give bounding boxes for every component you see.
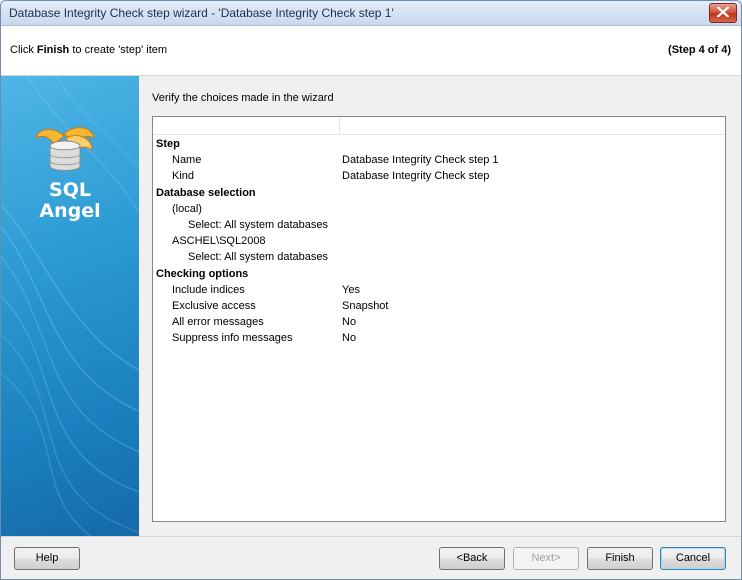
property-row[interactable]: Kind Database Integrity Check step bbox=[153, 168, 725, 184]
property-value: Yes bbox=[342, 283, 360, 296]
header-text-bold: Finish bbox=[36, 44, 70, 56]
property-name: (local) bbox=[172, 202, 202, 215]
summary-property-grid[interactable]: Step Name Database Integrity Check step 1K… bbox=[152, 116, 726, 522]
logo-text: SQL Angel bbox=[1, 180, 139, 222]
property-value: No bbox=[342, 316, 357, 329]
property-row[interactable]: Include indices Yes bbox=[153, 282, 725, 298]
property-row[interactable]: ASCHEL\SQL2008 bbox=[153, 233, 725, 249]
content-area: Verify the choices made in the wizard St… bbox=[139, 76, 741, 536]
property-value: Database Integrity Check step 1 bbox=[342, 154, 499, 167]
category-label: Step bbox=[156, 138, 180, 150]
sql-angel-logo-icon bbox=[35, 127, 95, 171]
property-row[interactable]: Select: All system databases bbox=[153, 249, 725, 265]
title-bar[interactable]: Database Integrity Check step wizard - '… bbox=[1, 1, 741, 26]
finish-button[interactable]: Finish bbox=[587, 547, 653, 570]
property-name: Exclusive access bbox=[172, 300, 256, 312]
cancel-button[interactable]: Cancel bbox=[660, 547, 726, 570]
side-banner: SQL Angel bbox=[1, 76, 139, 536]
wizard-header: Click Finish to create 'step' item (Step… bbox=[1, 26, 741, 76]
close-icon bbox=[717, 7, 729, 17]
property-name: All error messages bbox=[172, 316, 264, 329]
logo-line-sql: SQL bbox=[49, 179, 91, 201]
window-title: Database Integrity Check step wizard - '… bbox=[9, 6, 394, 20]
property-name: Kind bbox=[172, 170, 195, 183]
property-name: Include indices bbox=[172, 283, 245, 296]
property-category-row[interactable]: Checking options bbox=[153, 266, 725, 282]
property-category-row[interactable]: Step bbox=[153, 136, 725, 152]
help-button[interactable]: Help bbox=[14, 547, 80, 570]
property-value: Database Integrity Check step bbox=[342, 170, 490, 183]
header-text-suffix: to create 'step' item bbox=[69, 44, 168, 56]
property-name: Select: All system databases bbox=[188, 251, 329, 264]
header-text-prefix: Click bbox=[10, 44, 37, 56]
property-row[interactable]: Exclusive access Snapshot bbox=[153, 298, 725, 314]
header-instruction: Click Finish to create 'step' item bbox=[10, 44, 167, 56]
property-value: No bbox=[342, 332, 357, 345]
category-label: Database selection bbox=[156, 186, 256, 199]
property-row[interactable]: (local) bbox=[153, 201, 725, 217]
property-name: ASCHEL\SQL2008 bbox=[172, 235, 266, 248]
property-row[interactable]: Suppress info messages No bbox=[153, 330, 725, 346]
property-name: Select: All system databases bbox=[188, 219, 329, 231]
category-label: Checking options bbox=[156, 267, 249, 280]
property-name: Name bbox=[172, 154, 202, 167]
verify-instruction: Verify the choices made in the wizard bbox=[152, 92, 334, 104]
property-row[interactable]: Select: All system databases bbox=[153, 217, 725, 233]
step-indicator: (Step 4 of 4) bbox=[668, 44, 731, 56]
property-value: Snapshot bbox=[342, 300, 389, 312]
close-button[interactable] bbox=[709, 3, 737, 23]
wizard-footer: Help <Back Next> Finish Cancel bbox=[1, 536, 741, 579]
property-grid-header bbox=[153, 117, 725, 135]
next-button[interactable]: Next> bbox=[513, 547, 579, 570]
property-category-row[interactable]: Database selection bbox=[153, 185, 725, 201]
property-row[interactable]: Name Database Integrity Check step 1 bbox=[153, 152, 725, 168]
wizard-window: Database Integrity Check step wizard - '… bbox=[0, 0, 742, 580]
back-button[interactable]: <Back bbox=[439, 547, 505, 570]
column-divider[interactable] bbox=[339, 117, 340, 134]
property-name: Suppress info messages bbox=[172, 332, 293, 345]
property-row[interactable]: All error messages No bbox=[153, 314, 725, 330]
logo-line-angel: Angel bbox=[39, 200, 101, 222]
